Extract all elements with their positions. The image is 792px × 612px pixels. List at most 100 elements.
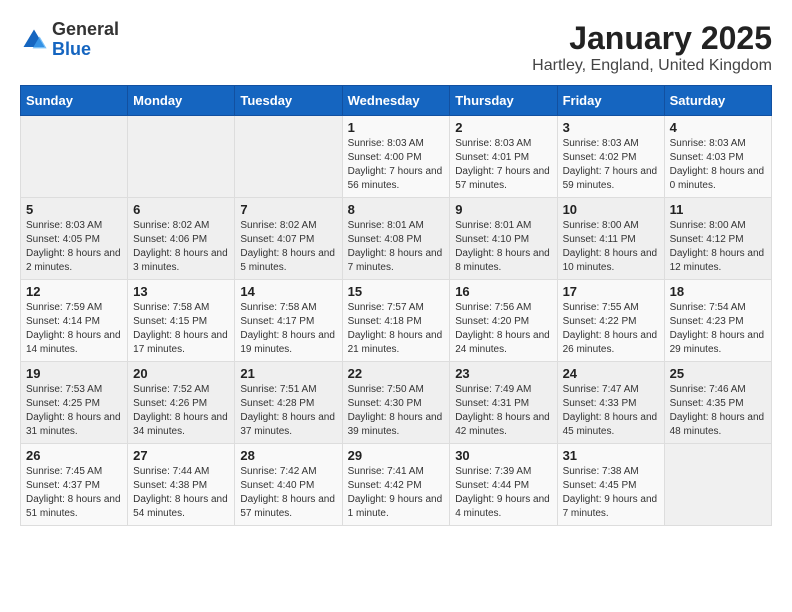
day-number: 7: [240, 202, 336, 217]
calendar-cell: 19 Sunrise: 7:53 AM Sunset: 4:25 PM Dayli…: [21, 362, 128, 444]
day-number: 12: [26, 284, 122, 299]
day-number: 18: [670, 284, 766, 299]
day-info: Sunrise: 8:02 AM Sunset: 4:07 PM Dayligh…: [240, 219, 336, 275]
calendar-cell: 28 Sunrise: 7:42 AM Sunset: 4:40 PM Dayli…: [235, 444, 342, 526]
weekday-header-thursday: Thursday: [450, 86, 557, 116]
calendar-cell: 23 Sunrise: 7:49 AM Sunset: 4:31 PM Dayli…: [450, 362, 557, 444]
weekday-header-row: SundayMondayTuesdayWednesdayThursdayFrid…: [21, 86, 772, 116]
day-info: Sunrise: 7:46 AM Sunset: 4:35 PM Dayligh…: [670, 383, 766, 439]
calendar-cell: 26 Sunrise: 7:45 AM Sunset: 4:37 PM Dayli…: [21, 444, 128, 526]
location: Hartley, England, United Kingdom: [532, 57, 772, 75]
calendar-cell: 8Sunrise: 8:01 AM Sunset: 4:08 PM Daylig…: [342, 198, 450, 280]
weekday-header-wednesday: Wednesday: [342, 86, 450, 116]
day-info: Sunrise: 8:02 AM Sunset: 4:06 PM Dayligh…: [133, 219, 229, 275]
weekday-header-monday: Monday: [128, 86, 235, 116]
weekday-header-friday: Friday: [557, 86, 664, 116]
month-title: January 2025: [532, 20, 772, 57]
calendar-cell: 7 Sunrise: 8:02 AM Sunset: 4:07 PM Daylig…: [235, 198, 342, 280]
week-row-2: 5 Sunrise: 8:03 AM Sunset: 4:05 PM Daylig…: [21, 198, 772, 280]
calendar-cell: 18 Sunrise: 7:54 AM Sunset: 4:23 PM Dayli…: [664, 280, 771, 362]
day-number: 10: [563, 202, 659, 217]
weekday-header-tuesday: Tuesday: [235, 86, 342, 116]
day-number: 26: [26, 448, 122, 463]
logo-general: General: [52, 19, 119, 39]
day-number: 11: [670, 202, 766, 217]
day-info: Sunrise: 7:42 AM Sunset: 4:40 PM Dayligh…: [240, 465, 336, 521]
day-info: Sunrise: 7:49 AM Sunset: 4:31 PM Dayligh…: [455, 383, 551, 439]
day-number: 28: [240, 448, 336, 463]
title-area: January 2025 Hartley, England, United Ki…: [532, 20, 772, 75]
calendar-cell: 4Sunrise: 8:03 AM Sunset: 4:03 PM Daylig…: [664, 116, 771, 198]
calendar: SundayMondayTuesdayWednesdayThursdayFrid…: [20, 85, 772, 526]
day-info: Sunrise: 7:51 AM Sunset: 4:28 PM Dayligh…: [240, 383, 336, 439]
day-number: 5: [26, 202, 122, 217]
calendar-cell: 29 Sunrise: 7:41 AM Sunset: 4:42 PM Dayli…: [342, 444, 450, 526]
logo-icon: [20, 26, 48, 54]
day-info: Sunrise: 7:50 AM Sunset: 4:30 PM Dayligh…: [348, 383, 445, 439]
day-number: 24: [563, 366, 659, 381]
day-number: 19: [26, 366, 122, 381]
logo: General Blue: [20, 20, 119, 60]
day-number: 29: [348, 448, 445, 463]
day-info: Sunrise: 8:00 AM Sunset: 4:11 PM Dayligh…: [563, 219, 659, 275]
day-number: 1: [348, 120, 445, 135]
calendar-cell: [664, 444, 771, 526]
day-info: Sunrise: 7:44 AM Sunset: 4:38 PM Dayligh…: [133, 465, 229, 521]
logo-text: General Blue: [52, 20, 119, 60]
day-number: 13: [133, 284, 229, 299]
day-number: 30: [455, 448, 551, 463]
calendar-cell: 3Sunrise: 8:03 AM Sunset: 4:02 PM Daylig…: [557, 116, 664, 198]
day-info: Sunrise: 7:58 AM Sunset: 4:17 PM Dayligh…: [240, 301, 336, 357]
calendar-cell: 25Sunrise: 7:46 AM Sunset: 4:35 PM Dayli…: [664, 362, 771, 444]
day-info: Sunrise: 7:38 AM Sunset: 4:45 PM Dayligh…: [563, 465, 659, 521]
day-info: Sunrise: 7:58 AM Sunset: 4:15 PM Dayligh…: [133, 301, 229, 357]
day-info: Sunrise: 8:00 AM Sunset: 4:12 PM Dayligh…: [670, 219, 766, 275]
calendar-cell: 24Sunrise: 7:47 AM Sunset: 4:33 PM Dayli…: [557, 362, 664, 444]
day-info: Sunrise: 7:45 AM Sunset: 4:37 PM Dayligh…: [26, 465, 122, 521]
calendar-cell: 2Sunrise: 8:03 AM Sunset: 4:01 PM Daylig…: [450, 116, 557, 198]
calendar-cell: 17 Sunrise: 7:55 AM Sunset: 4:22 PM Dayli…: [557, 280, 664, 362]
page-header: General Blue January 2025 Hartley, Engla…: [20, 20, 772, 75]
calendar-cell: 12 Sunrise: 7:59 AM Sunset: 4:14 PM Dayli…: [21, 280, 128, 362]
day-info: Sunrise: 8:03 AM Sunset: 4:05 PM Dayligh…: [26, 219, 122, 275]
calendar-body: 1 Sunrise: 8:03 AM Sunset: 4:00 PM Daylig…: [21, 116, 772, 526]
calendar-cell: 10 Sunrise: 8:00 AM Sunset: 4:11 PM Dayli…: [557, 198, 664, 280]
day-number: 14: [240, 284, 336, 299]
calendar-cell: [128, 116, 235, 198]
day-number: 27: [133, 448, 229, 463]
calendar-cell: 14 Sunrise: 7:58 AM Sunset: 4:17 PM Dayli…: [235, 280, 342, 362]
day-info: Sunrise: 8:03 AM Sunset: 4:02 PM Dayligh…: [563, 137, 659, 193]
calendar-cell: 13 Sunrise: 7:58 AM Sunset: 4:15 PM Dayli…: [128, 280, 235, 362]
day-number: 17: [563, 284, 659, 299]
calendar-cell: 6 Sunrise: 8:02 AM Sunset: 4:06 PM Daylig…: [128, 198, 235, 280]
day-number: 8: [348, 202, 445, 217]
day-number: 2: [455, 120, 551, 135]
day-info: Sunrise: 7:41 AM Sunset: 4:42 PM Dayligh…: [348, 465, 445, 521]
week-row-4: 19 Sunrise: 7:53 AM Sunset: 4:25 PM Dayli…: [21, 362, 772, 444]
calendar-cell: 31 Sunrise: 7:38 AM Sunset: 4:45 PM Dayli…: [557, 444, 664, 526]
logo-blue: Blue: [52, 39, 91, 59]
day-info: Sunrise: 7:54 AM Sunset: 4:23 PM Dayligh…: [670, 301, 766, 357]
day-number: 6: [133, 202, 229, 217]
calendar-cell: 5 Sunrise: 8:03 AM Sunset: 4:05 PM Daylig…: [21, 198, 128, 280]
day-number: 16: [455, 284, 551, 299]
day-info: Sunrise: 8:03 AM Sunset: 4:00 PM Dayligh…: [348, 137, 445, 193]
day-number: 22: [348, 366, 445, 381]
day-info: Sunrise: 7:52 AM Sunset: 4:26 PM Dayligh…: [133, 383, 229, 439]
calendar-cell: 27 Sunrise: 7:44 AM Sunset: 4:38 PM Dayli…: [128, 444, 235, 526]
day-info: Sunrise: 7:53 AM Sunset: 4:25 PM Dayligh…: [26, 383, 122, 439]
calendar-cell: 9Sunrise: 8:01 AM Sunset: 4:10 PM Daylig…: [450, 198, 557, 280]
day-number: 9: [455, 202, 551, 217]
calendar-cell: [21, 116, 128, 198]
day-number: 23: [455, 366, 551, 381]
calendar-cell: 1 Sunrise: 8:03 AM Sunset: 4:00 PM Daylig…: [342, 116, 450, 198]
day-info: Sunrise: 7:59 AM Sunset: 4:14 PM Dayligh…: [26, 301, 122, 357]
day-number: 31: [563, 448, 659, 463]
calendar-cell: 21 Sunrise: 7:51 AM Sunset: 4:28 PM Dayli…: [235, 362, 342, 444]
day-info: Sunrise: 7:56 AM Sunset: 4:20 PM Dayligh…: [455, 301, 551, 357]
calendar-cell: 11 Sunrise: 8:00 AM Sunset: 4:12 PM Dayli…: [664, 198, 771, 280]
day-number: 21: [240, 366, 336, 381]
day-number: 4: [670, 120, 766, 135]
day-info: Sunrise: 7:55 AM Sunset: 4:22 PM Dayligh…: [563, 301, 659, 357]
day-info: Sunrise: 7:39 AM Sunset: 4:44 PM Dayligh…: [455, 465, 551, 521]
